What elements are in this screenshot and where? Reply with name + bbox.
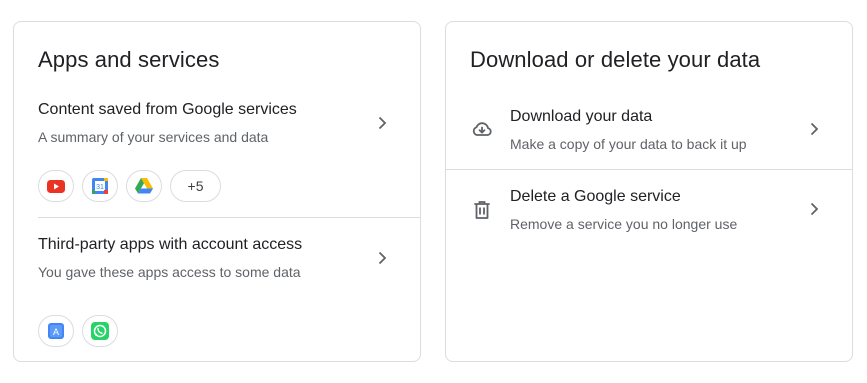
- card-title: Download or delete your data: [470, 47, 761, 72]
- row-subtitle: Remove a service you no longer use: [510, 216, 738, 232]
- chevron-right-icon: [374, 250, 390, 266]
- third-party-apps-section[interactable]: Third-party apps with account access You…: [14, 232, 420, 352]
- cloud-download-icon: [471, 119, 493, 141]
- section-divider: [38, 217, 420, 218]
- trash-icon: [471, 199, 493, 221]
- row-subtitle: Make a copy of your data to back it up: [510, 136, 747, 152]
- section-title: Third-party apps with account access: [38, 236, 303, 253]
- section-title: Content saved from Google services: [38, 101, 297, 118]
- google-calendar-icon[interactable]: 31: [82, 170, 118, 202]
- chevron-right-icon: [806, 121, 822, 137]
- svg-text:31: 31: [96, 184, 104, 191]
- section-subtitle: You gave these apps access to some data: [38, 264, 301, 280]
- download-delete-card: Download or delete your data Download yo…: [445, 21, 853, 362]
- content-saved-section[interactable]: Content saved from Google services A sum…: [14, 97, 420, 218]
- service-chips: 31 +5: [38, 170, 221, 202]
- download-your-data-row[interactable]: Download your data Make a copy of your d…: [446, 90, 852, 169]
- app-chips: A: [38, 315, 118, 347]
- more-services-chip[interactable]: +5: [170, 170, 221, 202]
- whatsapp-icon[interactable]: [82, 315, 118, 347]
- row-title: Download your data: [510, 108, 653, 125]
- row-title: Delete a Google service: [510, 188, 681, 205]
- youtube-icon[interactable]: [38, 170, 74, 202]
- chevron-right-icon: [374, 115, 390, 131]
- card-title: Apps and services: [38, 47, 220, 72]
- section-subtitle: A summary of your services and data: [38, 129, 269, 145]
- apps-and-services-card: Apps and services Content saved from Goo…: [13, 21, 421, 362]
- app-icon-blue-a[interactable]: A: [38, 315, 74, 347]
- chevron-right-icon: [806, 201, 822, 217]
- google-drive-icon[interactable]: [126, 170, 162, 202]
- svg-text:A: A: [53, 327, 59, 337]
- delete-google-service-row[interactable]: Delete a Google service Remove a service…: [446, 170, 852, 249]
